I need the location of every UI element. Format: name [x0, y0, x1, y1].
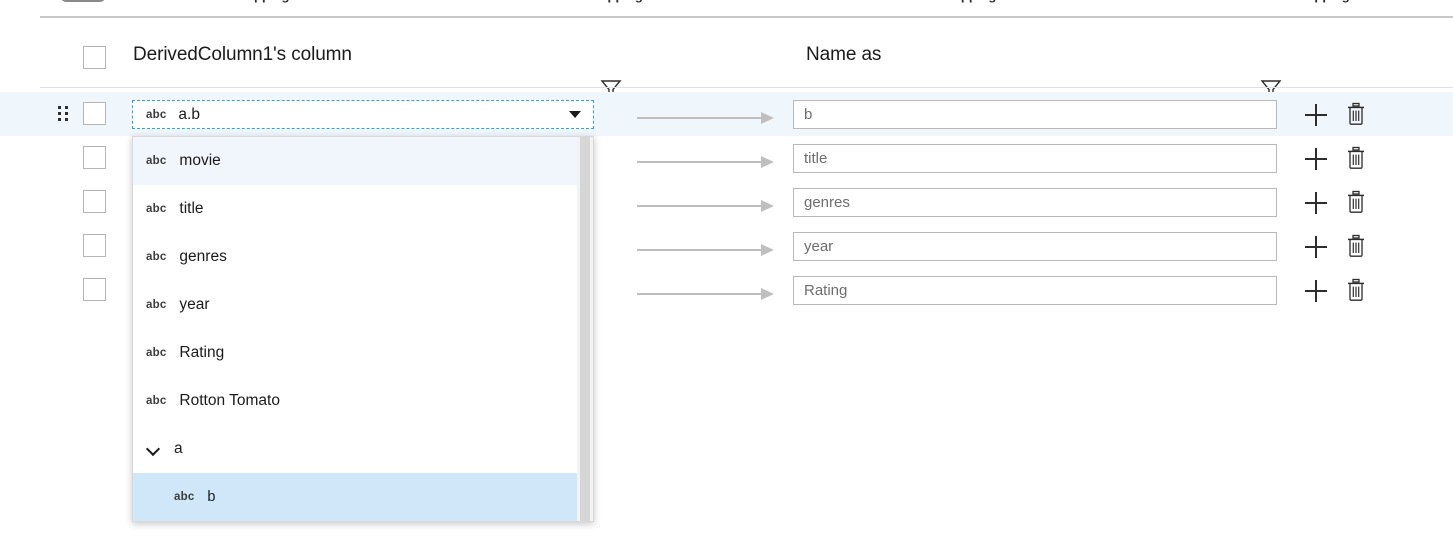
row-checkbox[interactable]	[83, 146, 106, 169]
column-header-source: DerivedColumn1's column	[133, 44, 352, 66]
dropdown-option[interactable]: a	[133, 425, 593, 473]
add-mapping-button[interactable]	[1305, 192, 1327, 214]
row-checkbox[interactable]	[83, 102, 106, 125]
name-as-value: genres	[804, 194, 850, 211]
name-as-input[interactable]: b	[793, 100, 1277, 129]
header-divider	[40, 16, 1453, 18]
row-checkbox[interactable]	[83, 278, 106, 301]
table-row[interactable]: abc a.b b	[0, 92, 1453, 136]
dropdown-option-label: Rating	[179, 344, 224, 362]
chevron-down-icon[interactable]	[569, 111, 581, 118]
arrow-right-icon	[637, 156, 775, 168]
source-column-value: a.b	[178, 106, 569, 124]
arrow-right-icon	[637, 200, 775, 212]
select-mapping-panel: Mapping Mapping Mapping Mapping DerivedC…	[0, 0, 1453, 549]
chevron-down-icon[interactable]	[146, 441, 162, 457]
name-as-value: Rating	[804, 282, 847, 299]
dropdown-option-label: Rotton Tomato	[179, 392, 280, 410]
dropdown-option-label: genres	[179, 248, 226, 266]
tab-label-3[interactable]: Mapping	[1296, 0, 1349, 3]
delete-mapping-button[interactable]	[1345, 278, 1367, 302]
header-bottom-divider	[40, 87, 1453, 88]
tab-label-2[interactable]: Mapping	[943, 0, 996, 3]
add-mapping-button[interactable]	[1305, 280, 1327, 302]
delete-mapping-button[interactable]	[1345, 146, 1367, 170]
delete-mapping-button[interactable]	[1345, 234, 1367, 258]
dropdown-option-label: b	[207, 489, 215, 505]
string-type-icon: abc	[146, 347, 166, 359]
tab-label-0[interactable]: Mapping	[236, 0, 289, 3]
source-column-combobox[interactable]: abc a.b	[132, 100, 594, 129]
name-as-input[interactable]: title	[793, 144, 1277, 173]
add-mapping-button[interactable]	[1305, 236, 1327, 258]
dropdown-option[interactable]: abc b	[133, 473, 593, 521]
column-header-name-as: Name as	[806, 44, 881, 66]
dropdown-scrollbar-thumb[interactable]	[580, 137, 590, 521]
add-mapping-button[interactable]	[1305, 104, 1327, 126]
dropdown-scrollbar[interactable]	[577, 137, 593, 521]
tab-label-1[interactable]: Mapping	[589, 0, 642, 3]
string-type-icon: abc	[146, 203, 166, 215]
name-as-value: title	[804, 150, 827, 167]
name-as-input[interactable]: year	[793, 232, 1277, 261]
string-type-icon: abc	[174, 491, 194, 503]
dropdown-option[interactable]: abc Rating	[133, 329, 593, 377]
select-all-checkbox[interactable]	[83, 46, 106, 69]
delete-mapping-button[interactable]	[1345, 190, 1367, 214]
row-checkbox[interactable]	[83, 234, 106, 257]
name-as-input[interactable]: genres	[793, 188, 1277, 217]
name-as-value: b	[804, 106, 812, 123]
column-dropdown-panel[interactable]: abc movie abc title abc genres abc year abc Ratin…	[132, 136, 594, 522]
delete-mapping-button[interactable]	[1345, 102, 1367, 126]
name-as-input[interactable]: Rating	[793, 276, 1277, 305]
dropdown-option[interactable]: abc genres	[133, 233, 593, 281]
tab-strip: Mapping Mapping Mapping Mapping	[0, 0, 1453, 6]
add-mapping-button[interactable]	[1305, 148, 1327, 170]
tab-pill[interactable]	[60, 0, 106, 2]
dropdown-option[interactable]: abc movie	[133, 137, 593, 185]
dropdown-option-label: year	[179, 296, 209, 314]
arrow-right-icon	[637, 288, 775, 300]
name-as-value: year	[804, 238, 833, 255]
dropdown-option-label: movie	[179, 152, 220, 170]
dropdown-option[interactable]: abc year	[133, 281, 593, 329]
row-checkbox[interactable]	[83, 190, 106, 213]
dropdown-option-label: title	[179, 200, 203, 218]
arrow-right-icon	[637, 112, 775, 124]
string-type-icon: abc	[146, 109, 166, 121]
dropdown-option-label: a	[174, 440, 183, 458]
string-type-icon: abc	[146, 395, 166, 407]
table-header: DerivedColumn1's column Name as	[0, 34, 1453, 82]
arrow-right-icon	[637, 244, 775, 256]
string-type-icon: abc	[146, 251, 166, 263]
string-type-icon: abc	[146, 155, 166, 167]
dropdown-option[interactable]: abc title	[133, 185, 593, 233]
string-type-icon: abc	[146, 299, 166, 311]
drag-handle-icon[interactable]	[58, 106, 68, 122]
dropdown-option[interactable]: abc Rotton Tomato	[133, 377, 593, 425]
